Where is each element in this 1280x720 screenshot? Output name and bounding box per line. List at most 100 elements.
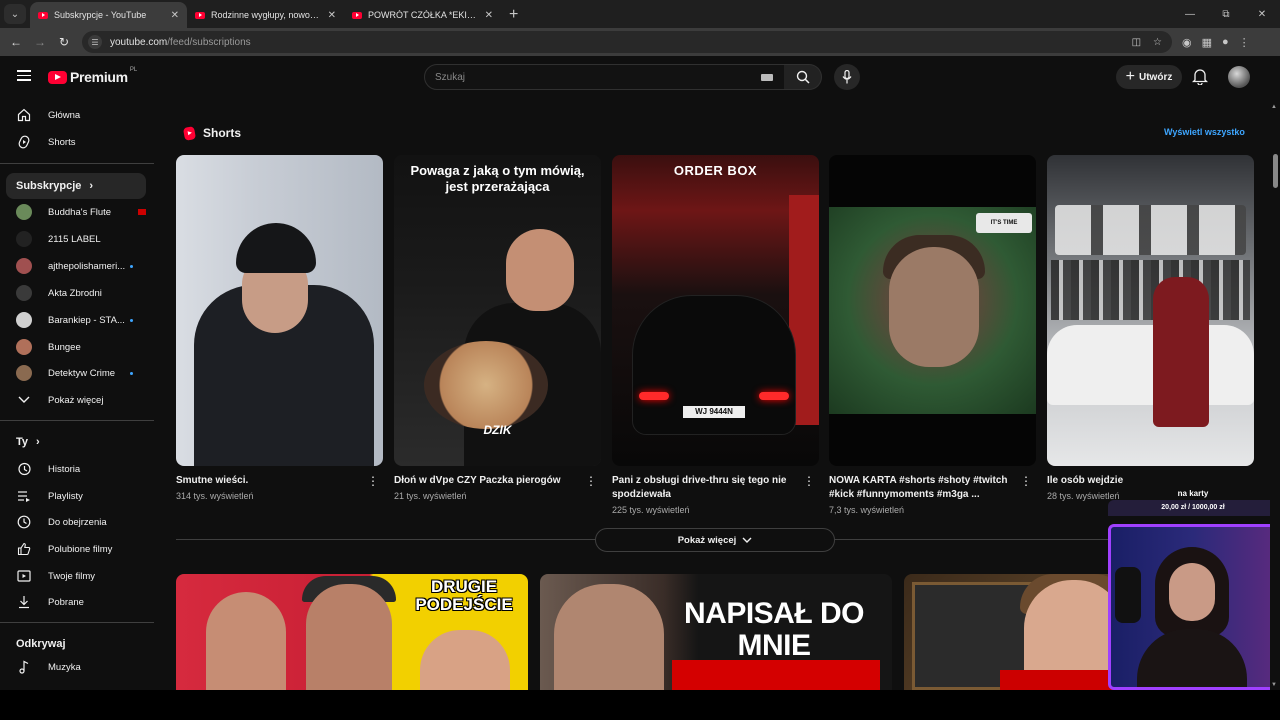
- more-options-icon[interactable]: ⋮: [367, 474, 379, 488]
- window-controls: — ⧉ ✕: [1172, 0, 1280, 28]
- tab-close-icon[interactable]: ✕: [328, 10, 336, 21]
- sidebar-you-header[interactable]: Ty ›: [6, 429, 146, 455]
- sidebar-channel[interactable]: Barankiep - STA...: [6, 307, 146, 333]
- chevron-right-icon: ›: [36, 436, 40, 448]
- page-scrollbar[interactable]: ▲ ▼: [1270, 98, 1280, 690]
- short-card[interactable]: IT'S TIME NOWA KARTA #shorts #shoty #twi…: [829, 155, 1036, 515]
- minimize-icon[interactable]: —: [1172, 9, 1208, 20]
- keyboard-icon[interactable]: [761, 74, 773, 81]
- sidebar-channel[interactable]: ajthepolishameri...: [6, 253, 146, 279]
- profile-icon[interactable]: ●: [1222, 36, 1229, 49]
- tab-search-button[interactable]: ⌄: [4, 4, 26, 24]
- section-title: Subskrypcje: [16, 180, 82, 192]
- short-views: 7,3 tys. wyświetleń: [829, 505, 905, 515]
- menu-icon[interactable]: [17, 70, 31, 81]
- sidebar-channel[interactable]: Buddha's Flute: [6, 199, 146, 225]
- short-thumbnail[interactable]: [176, 155, 383, 466]
- tab-close-icon[interactable]: ✕: [171, 10, 179, 21]
- sidebar-item-music[interactable]: Muzyka: [6, 654, 146, 680]
- sidebar: Główna Shorts Subskrypcje › Buddha's Flu…: [0, 98, 154, 690]
- short-title[interactable]: Ile osób wejdzie: [1047, 474, 1232, 488]
- short-thumbnail[interactable]: IT'S TIME: [829, 155, 1036, 466]
- search-input[interactable]: [435, 71, 755, 83]
- channel-name: Bungee: [48, 341, 81, 353]
- tab-title: Subskrypcje - YouTube: [54, 10, 147, 20]
- create-button[interactable]: + Utwórz: [1116, 65, 1182, 89]
- sidebar-item-downloads[interactable]: Pobrane: [6, 589, 146, 615]
- sidebar-divider: [0, 622, 154, 623]
- account-avatar[interactable]: [1228, 66, 1250, 88]
- short-title[interactable]: Dłoń w dVpe CZY Paczka pierogów: [394, 474, 579, 488]
- address-bar[interactable]: ☰ youtube.com/feed/subscriptions ◫ ☆: [82, 31, 1172, 53]
- close-window-icon[interactable]: ✕: [1244, 9, 1280, 20]
- voice-search-button[interactable]: [834, 64, 860, 90]
- video-thumbnail[interactable]: DRUGIE PODEJŚCIE: [176, 574, 528, 690]
- sidebar-channel[interactable]: Akta Zbrodni: [6, 280, 146, 306]
- back-icon[interactable]: ←: [4, 35, 28, 49]
- search-button[interactable]: [784, 64, 822, 90]
- sidebar-item-your-videos[interactable]: Twoje filmy: [6, 563, 146, 589]
- short-title[interactable]: NOWA KARTA #shorts #shoty #twitch #kick …: [829, 474, 1014, 502]
- more-options-icon[interactable]: ⋮: [803, 474, 815, 488]
- site-info-icon[interactable]: ☰: [88, 35, 102, 49]
- sidebar-item-liked[interactable]: Polubione filmy: [6, 536, 146, 562]
- browser-tab-2[interactable]: Rodzinne wygłupy, nowości czy ✕: [187, 2, 344, 28]
- short-card[interactable]: Smutne wieści. 314 tys. wyświetleń ⋮: [176, 155, 383, 501]
- bottom-letterbox: [0, 690, 1280, 720]
- new-content-dot-icon: [130, 264, 133, 268]
- notifications-bell-icon[interactable]: [1191, 68, 1209, 90]
- sidebar-channel[interactable]: Bungee: [6, 334, 146, 360]
- sidebar-item-label: Shorts: [48, 136, 76, 148]
- browser-tab-3[interactable]: POWRÓT CZÓŁKA *EKIPA WK* ✕: [344, 2, 501, 28]
- forward-icon[interactable]: →: [28, 35, 52, 49]
- search-icon: [796, 70, 810, 84]
- extension-icon[interactable]: ◉: [1182, 36, 1192, 49]
- sidebar-channel[interactable]: Detektyw Crime: [6, 360, 146, 386]
- watch-later-icon: [16, 514, 32, 530]
- thumbnail-plate-text: WJ 9444N: [683, 406, 745, 418]
- short-thumbnail[interactable]: [1047, 155, 1254, 466]
- channel-name: Buddha's Flute: [48, 206, 112, 218]
- new-tab-button[interactable]: +: [509, 6, 518, 24]
- show-all-link[interactable]: Wyświetl wszystko: [1164, 127, 1245, 137]
- short-card[interactable]: Powaga z jaką o tym mówią, jest przeraża…: [394, 155, 601, 501]
- channel-name: Detektyw Crime: [48, 367, 116, 379]
- short-card[interactable]: Ile osób wejdzie 28 tys. wyświetleń: [1047, 155, 1254, 501]
- sidebar-item-watch-later[interactable]: Do obejrzenia: [6, 509, 146, 535]
- tab-title: POWRÓT CZÓŁKA *EKIPA WK*: [368, 10, 479, 20]
- bookmark-star-icon[interactable]: ☆: [1153, 37, 1162, 48]
- short-card[interactable]: ORDER BOX WJ 9444N Pani z obsługi drive-…: [612, 155, 819, 515]
- short-thumbnail[interactable]: ORDER BOX WJ 9444N: [612, 155, 819, 466]
- short-title[interactable]: Pani z obsługi drive-thru się tego nie s…: [612, 474, 797, 502]
- shorts-show-more-button[interactable]: Pokaż więcej: [595, 528, 835, 552]
- cast-icon[interactable]: ◫: [1132, 37, 1141, 48]
- thumbnail-caption: Powaga z jaką o tym mówią, jest przeraża…: [410, 163, 585, 194]
- webcam-overlay: [1108, 524, 1278, 690]
- more-options-icon[interactable]: ⋮: [585, 474, 597, 488]
- reload-icon[interactable]: ↻: [52, 35, 76, 49]
- scroll-down-icon[interactable]: ▼: [1271, 682, 1277, 688]
- sidebar-item-shorts[interactable]: Shorts: [6, 129, 146, 155]
- shorts-section-header: Shorts: [182, 125, 241, 141]
- sidebar-channel[interactable]: 2115 LABEL: [6, 226, 146, 252]
- youtube-logo[interactable]: Premium PL: [48, 67, 137, 85]
- sidebar-show-more[interactable]: Pokaż więcej: [6, 387, 146, 413]
- video-thumbnail[interactable]: NAPISAŁ DO MNIE: [540, 574, 892, 690]
- tab-close-icon[interactable]: ✕: [485, 10, 493, 21]
- scroll-up-icon[interactable]: ▲: [1271, 104, 1277, 110]
- history-icon: [16, 461, 32, 477]
- scrollbar-thumb[interactable]: [1273, 154, 1278, 188]
- more-options-icon[interactable]: ⋮: [1020, 474, 1032, 488]
- browser-menu-icon[interactable]: ⋮: [1239, 36, 1250, 49]
- sidebar-divider: [0, 163, 154, 164]
- sidebar-item-home[interactable]: Główna: [6, 102, 146, 128]
- sidebar-item-history[interactable]: Historia: [6, 456, 146, 482]
- extensions-puzzle-icon[interactable]: ▦: [1202, 36, 1212, 49]
- sidebar-item-playlists[interactable]: Playlisty: [6, 483, 146, 509]
- short-title[interactable]: Smutne wieści.: [176, 474, 361, 488]
- restore-icon[interactable]: ⧉: [1208, 9, 1244, 20]
- short-thumbnail[interactable]: Powaga z jaką o tym mówią, jest przeraża…: [394, 155, 601, 466]
- browser-tab-subscriptions[interactable]: Subskrypcje - YouTube ✕: [30, 2, 187, 28]
- sidebar-subscriptions-header[interactable]: Subskrypcje ›: [6, 173, 146, 199]
- section-title: Odkrywaj: [16, 638, 66, 650]
